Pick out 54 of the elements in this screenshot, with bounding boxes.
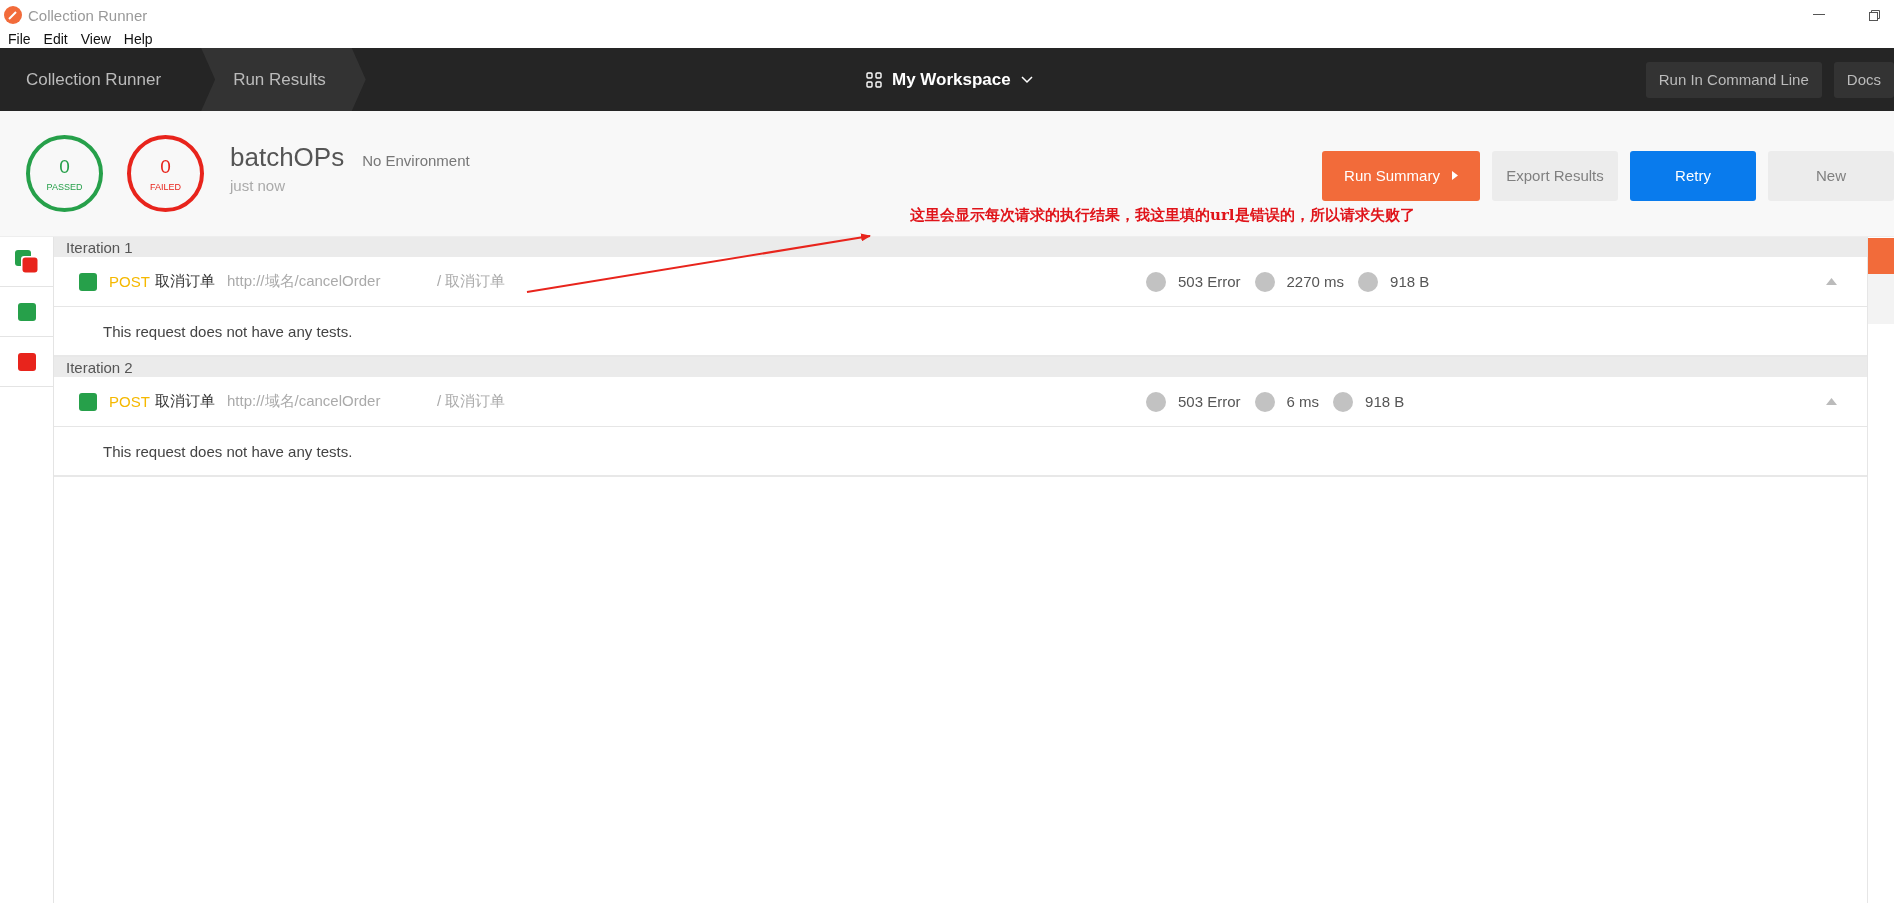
collection-name: batchOPs: [230, 141, 345, 173]
iteration-header: Iteration 1: [54, 237, 1867, 257]
request-url: http://域名/cancelOrder: [227, 392, 382, 411]
request-url: http://域名/cancelOrder: [227, 272, 382, 291]
grid-icon: [866, 71, 882, 88]
status-dot-icon: [1254, 391, 1275, 412]
side-panel: [1868, 274, 1894, 324]
request-row[interactable]: POST 取消订单 http://域名/cancelOrder / 取消订单 503 Error 6 ms 918 B: [54, 377, 1867, 427]
tests-message: This request does not have any tests.: [54, 427, 1867, 477]
request-method: POST: [109, 273, 151, 290]
menu-item[interactable]: View: [80, 31, 111, 47]
response-time: 2270 ms: [1286, 273, 1345, 290]
chevron-down-icon: [1020, 75, 1033, 84]
status-dot-icon: [1146, 271, 1166, 292]
request-row[interactable]: POST 取消订单 http://域名/cancelOrder / 取消订单 503 Error 2270 ms 918 B: [54, 257, 1867, 307]
request-name: 取消订单: [155, 392, 216, 411]
request-path: / 取消订单: [437, 272, 507, 291]
status-square-icon: [17, 352, 36, 371]
action-button[interactable]: Retry: [1630, 150, 1756, 201]
minimize-icon[interactable]: [1813, 14, 1825, 16]
passed-counter: 0 PASSED: [26, 135, 103, 212]
response-size: 918 B: [1365, 393, 1405, 410]
status-dot-icon: [1254, 271, 1275, 292]
response-code: 503 Error: [1178, 273, 1241, 290]
request-path: / 取消订单: [437, 392, 507, 411]
menu-item[interactable]: Edit: [43, 31, 68, 47]
response-size: 918 B: [1390, 273, 1430, 290]
response-code: 503 Error: [1178, 393, 1241, 410]
iteration-header: Iteration 2: [54, 357, 1867, 377]
menu-item[interactable]: Help: [123, 31, 153, 47]
app-logo-icon: [4, 6, 22, 24]
status-dot-icon: [1333, 391, 1354, 412]
restore-icon[interactable]: [1869, 9, 1880, 21]
status-square-icon: [17, 302, 36, 321]
window-title: Collection Runner: [28, 6, 148, 24]
request-method: POST: [109, 393, 151, 410]
status-dot-icon: [1358, 271, 1379, 292]
toolbar-button[interactable]: Run In Command Line: [1645, 61, 1822, 98]
mixed-status-icon: [14, 249, 39, 274]
menu-item[interactable]: File: [8, 31, 31, 47]
workspace-dropdown[interactable]: My Workspace: [866, 69, 1033, 90]
environment-label: No Environment: [362, 151, 470, 169]
caret-icon: [1451, 171, 1458, 180]
toolbar-button[interactable]: Docs: [1833, 61, 1894, 98]
failed-counter: 0 FAILED: [127, 135, 204, 212]
breadcrumb-tab[interactable]: Run Results: [201, 48, 366, 111]
status-dot-icon: [1146, 391, 1166, 412]
response-time: 6 ms: [1286, 393, 1320, 410]
request-name: 取消订单: [155, 272, 216, 291]
run-time: just now: [230, 176, 287, 194]
annotation-text: 这里会显示每次请求的执行结果，我这里填的url是错误的，所以请求失败了: [910, 206, 1415, 225]
status-square-icon: [79, 392, 97, 411]
status-square-icon: [79, 272, 97, 291]
breadcrumb-tab[interactable]: Collection Runner: [0, 48, 202, 111]
